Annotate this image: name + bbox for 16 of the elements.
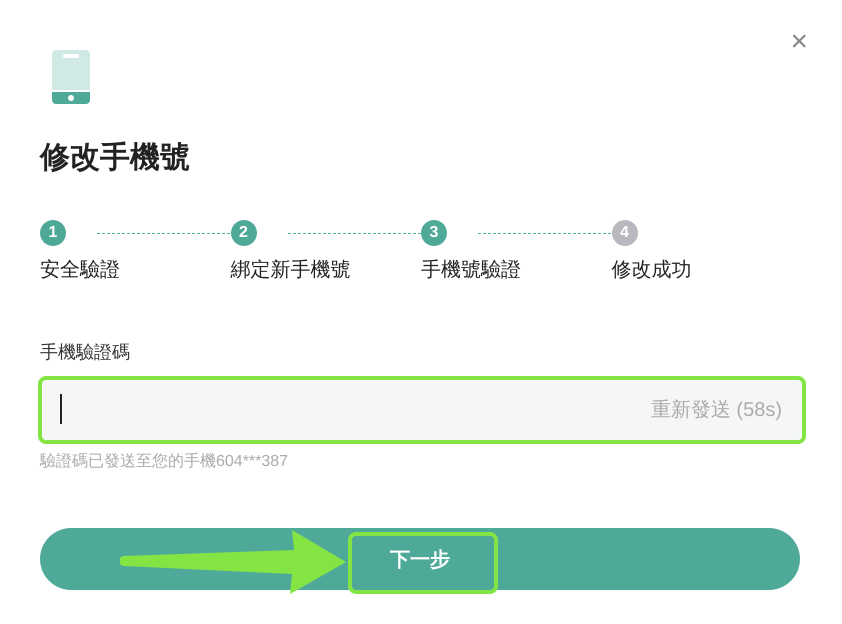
resend-link[interactable]: 重新發送 (58s) [650, 396, 782, 422]
dialog-title: 修改手機號 [40, 140, 191, 176]
step-number: 1 [40, 220, 66, 246]
field-label: 手機驗證碼 [40, 341, 131, 364]
step-label: 綁定新手機號 [230, 258, 352, 283]
phone-icon [52, 50, 90, 104]
step-label: 修改成功 [612, 258, 692, 283]
text-cursor [60, 394, 62, 424]
step-number: 3 [421, 220, 447, 246]
step-number: 2 [230, 220, 256, 246]
code-input-field[interactable]: 重新發送 (58s) [40, 378, 802, 440]
step-number: 4 [612, 220, 638, 246]
close-button[interactable]: × [790, 26, 808, 58]
step-label: 安全驗證 [40, 258, 121, 283]
hint-text: 驗證碼已發送至您的手機604***387 [40, 452, 290, 472]
step-label: 手機號驗證 [421, 258, 522, 283]
